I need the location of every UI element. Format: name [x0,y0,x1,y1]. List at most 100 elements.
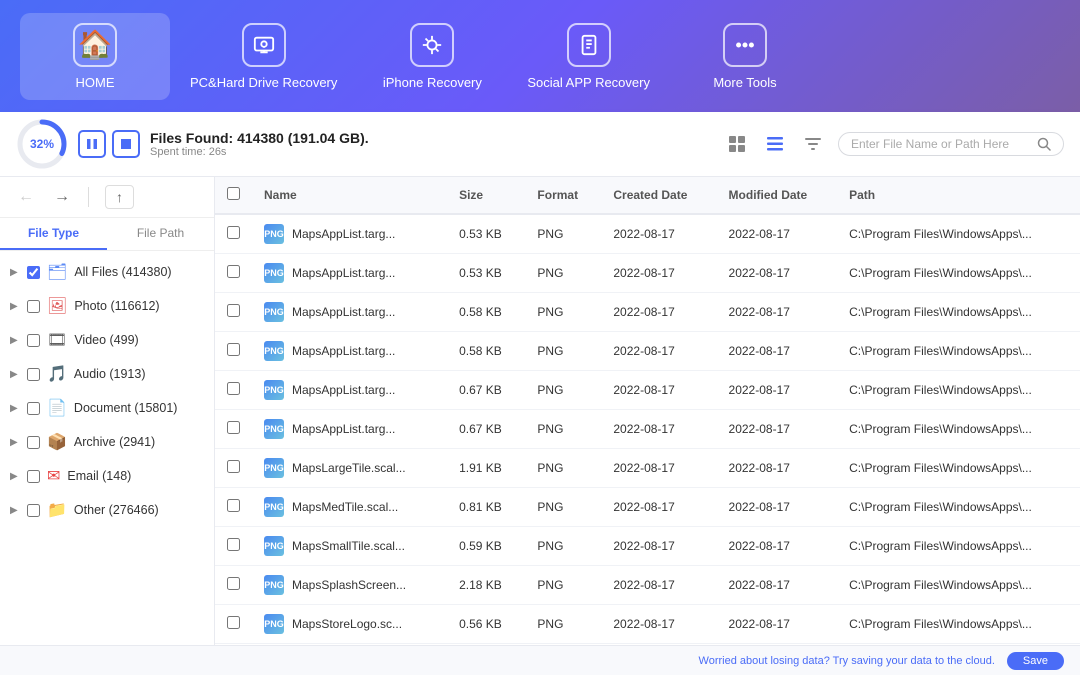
table-row: PNG MapsLargeTile.scal... 1.91 KB PNG 20… [215,449,1080,488]
file-thumbnail: PNG [264,575,284,595]
sidebar-item-video[interactable]: ▶ 🎞 Video (499) [0,323,214,357]
th-name[interactable]: Name [252,177,447,214]
checkbox-all-files[interactable] [27,266,40,279]
file-thumbnail: PNG [264,380,284,400]
playback-controls [78,130,140,158]
row-modified: 2022-08-17 [717,566,838,605]
select-all-checkbox[interactable] [227,187,240,200]
th-created-date[interactable]: Created Date [601,177,716,214]
row-checkbox-cell [215,527,252,566]
toolbar: 32% Files Found: 414380 (191.04 GB). Spe… [0,112,1080,177]
nav-more-tools[interactable]: More Tools [670,13,820,100]
sidebar-item-audio[interactable]: ▶ 🎵 Audio (1913) [0,357,214,391]
pause-button[interactable] [78,130,106,158]
filter-button[interactable] [798,129,828,159]
row-path: C:\Program Files\WindowsApps\... [837,605,1080,644]
checkbox-archive[interactable] [27,436,40,449]
grid-view-button[interactable] [722,129,752,159]
row-checkbox[interactable] [227,616,240,629]
file-name-text: MapsAppList.targ... [292,383,395,397]
checkbox-other[interactable] [27,504,40,517]
forward-button[interactable]: → [48,186,76,208]
file-name-text: MapsAppList.targ... [292,344,395,358]
sidebar-item-photo[interactable]: ▶ 🖼 Photo (116612) [0,289,214,323]
nav-iphone-recovery[interactable]: iPhone Recovery [357,13,507,100]
row-checkbox[interactable] [227,499,240,512]
row-checkbox[interactable] [227,304,240,317]
files-info: Files Found: 414380 (191.04 GB). Spent t… [150,130,712,158]
file-thumbnail: PNG [264,263,284,283]
bottom-bar: Worried about losing data? Try saving yo… [0,645,1080,675]
checkbox-audio[interactable] [27,368,40,381]
row-created: 2022-08-17 [601,527,716,566]
row-checkbox[interactable] [227,226,240,239]
tab-file-type[interactable]: File Type [0,218,107,250]
row-checkbox[interactable] [227,265,240,278]
row-checkbox[interactable] [227,538,240,551]
row-format: PNG [525,488,601,527]
audio-label: Audio (1913) [74,367,204,381]
row-format: PNG [525,371,601,410]
save-to-cloud-button[interactable]: Save [1007,652,1064,670]
row-created: 2022-08-17 [601,449,716,488]
expand-arrow: ▶ [10,369,20,380]
nav-arrows: ← → ↑ [0,177,214,218]
file-name-text: MapsSplashScreen... [292,578,406,592]
nav-pc-recovery[interactable]: PC&Hard Drive Recovery [170,13,357,100]
tab-file-path[interactable]: File Path [107,218,214,250]
row-checkbox[interactable] [227,343,240,356]
row-created: 2022-08-17 [601,332,716,371]
row-path: C:\Program Files\WindowsApps\... [837,254,1080,293]
row-checkbox[interactable] [227,460,240,473]
search-input[interactable] [851,137,1031,151]
stop-button[interactable] [112,130,140,158]
th-size[interactable]: Size [447,177,525,214]
expand-arrow: ▶ [10,267,20,278]
file-thumbnail: PNG [264,341,284,361]
row-checkbox-cell [215,293,252,332]
th-path[interactable]: Path [837,177,1080,214]
sidebar-item-archive[interactable]: ▶ 📦 Archive (2941) [0,425,214,459]
row-size: 0.53 KB [447,254,525,293]
row-checkbox[interactable] [227,577,240,590]
checkbox-video[interactable] [27,334,40,347]
row-modified: 2022-08-17 [717,332,838,371]
nav-social-recovery[interactable]: Social APP Recovery [507,13,670,100]
checkbox-document[interactable] [27,402,40,415]
row-format: PNG [525,214,601,254]
sidebar-item-other[interactable]: ▶ 📁 Other (276466) [0,493,214,527]
row-size: 2.18 KB [447,566,525,605]
checkbox-email[interactable] [27,470,40,483]
row-checkbox-cell [215,410,252,449]
other-icon: 📁 [47,500,67,520]
checkbox-photo[interactable] [27,300,40,313]
th-format[interactable]: Format [525,177,601,214]
row-modified: 2022-08-17 [717,449,838,488]
row-name: PNG MapsAppList.targ... [252,214,447,254]
table-row: PNG MapsAppList.targ... 0.67 KB PNG 2022… [215,410,1080,449]
main-content: ← → ↑ File Type File Path ▶ 🗂 All Files … [0,177,1080,645]
view-controls [722,129,828,159]
sidebar-item-all-files[interactable]: ▶ 🗂 All Files (414380) [0,255,214,289]
archive-label: Archive (2941) [74,435,204,449]
row-checkbox-cell [215,449,252,488]
audio-icon: 🎵 [47,364,67,384]
row-format: PNG [525,293,601,332]
row-checkbox[interactable] [227,421,240,434]
row-path: C:\Program Files\WindowsApps\... [837,214,1080,254]
more-tools-icon [723,23,767,67]
list-view-button[interactable] [760,129,790,159]
sidebar-item-email[interactable]: ▶ ✉ Email (148) [0,459,214,493]
up-button[interactable]: ↑ [105,185,134,209]
nav-home[interactable]: 🏠 HOME [20,13,170,100]
row-checkbox[interactable] [227,382,240,395]
row-name: PNG MapsSplashScreen... [252,566,447,605]
sidebar-item-document[interactable]: ▶ 📄 Document (15801) [0,391,214,425]
back-button[interactable]: ← [12,186,40,208]
row-name: PNG MapsAppList.targ... [252,254,447,293]
th-modified-date[interactable]: Modified Date [717,177,838,214]
row-size: 0.53 KB [447,214,525,254]
row-created: 2022-08-17 [601,566,716,605]
file-thumbnail: PNG [264,302,284,322]
row-size: 0.81 KB [447,488,525,527]
